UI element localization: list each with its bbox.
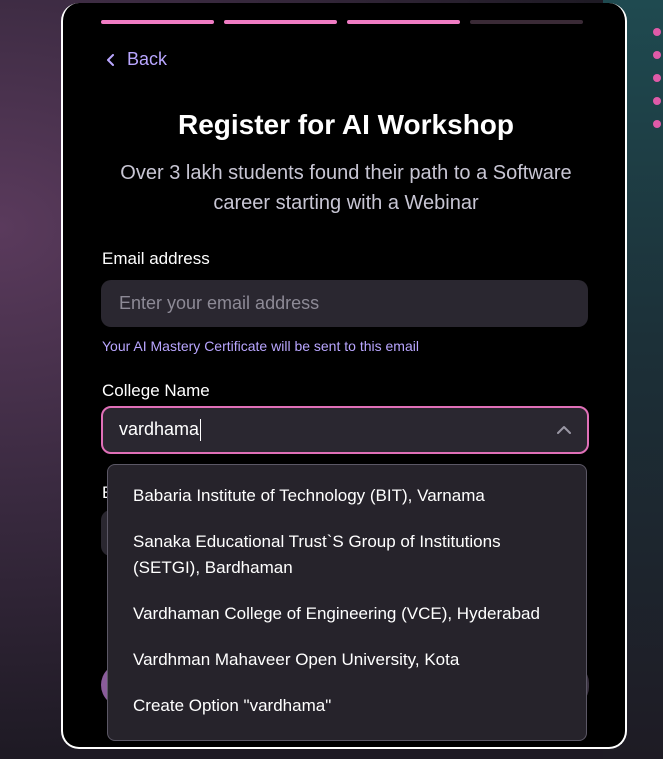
college-option[interactable]: Vardhman Mahaveer Open University, Kota xyxy=(108,637,586,683)
email-hint: Your AI Mastery Certificate will be sent… xyxy=(102,338,419,354)
progress-step-4 xyxy=(470,20,583,24)
college-options-menu: Babaria Institute of Technology (BIT), V… xyxy=(107,464,587,741)
college-label: College Name xyxy=(102,381,210,400)
dot xyxy=(653,97,661,105)
college-option[interactable]: Babaria Institute of Technology (BIT), V… xyxy=(108,473,586,519)
email-label: Email address xyxy=(102,249,210,268)
chevron-left-icon xyxy=(107,53,114,66)
dot xyxy=(653,51,661,59)
dot xyxy=(653,74,661,82)
page-title: Register for AI Workshop xyxy=(177,109,515,140)
create-option[interactable]: Create Option "vardhama" xyxy=(108,683,586,729)
progress-step-1 xyxy=(101,20,214,24)
page-subtitle: Over 3 lakh students found their path to… xyxy=(120,162,572,214)
back-button[interactable]: Back xyxy=(106,49,167,70)
step-progress xyxy=(101,20,583,24)
text-caret xyxy=(200,419,202,442)
back-label: Back xyxy=(127,49,168,69)
decorative-dots xyxy=(653,28,663,143)
dot xyxy=(653,28,661,36)
chevron-up-icon[interactable] xyxy=(557,425,571,435)
progress-step-2 xyxy=(224,20,337,24)
college-input-value: vardhama xyxy=(119,418,200,439)
college-option[interactable]: Vardhaman College of Engineering (VCE), … xyxy=(108,591,586,637)
college-input-wrap: vardhama xyxy=(119,418,202,442)
college-select[interactable]: vardhama xyxy=(101,406,589,454)
dot xyxy=(653,120,661,128)
progress-step-3 xyxy=(347,20,460,24)
email-field[interactable] xyxy=(101,280,588,327)
college-option[interactable]: Sanaka Educational Trust`S Group of Inst… xyxy=(108,519,586,591)
